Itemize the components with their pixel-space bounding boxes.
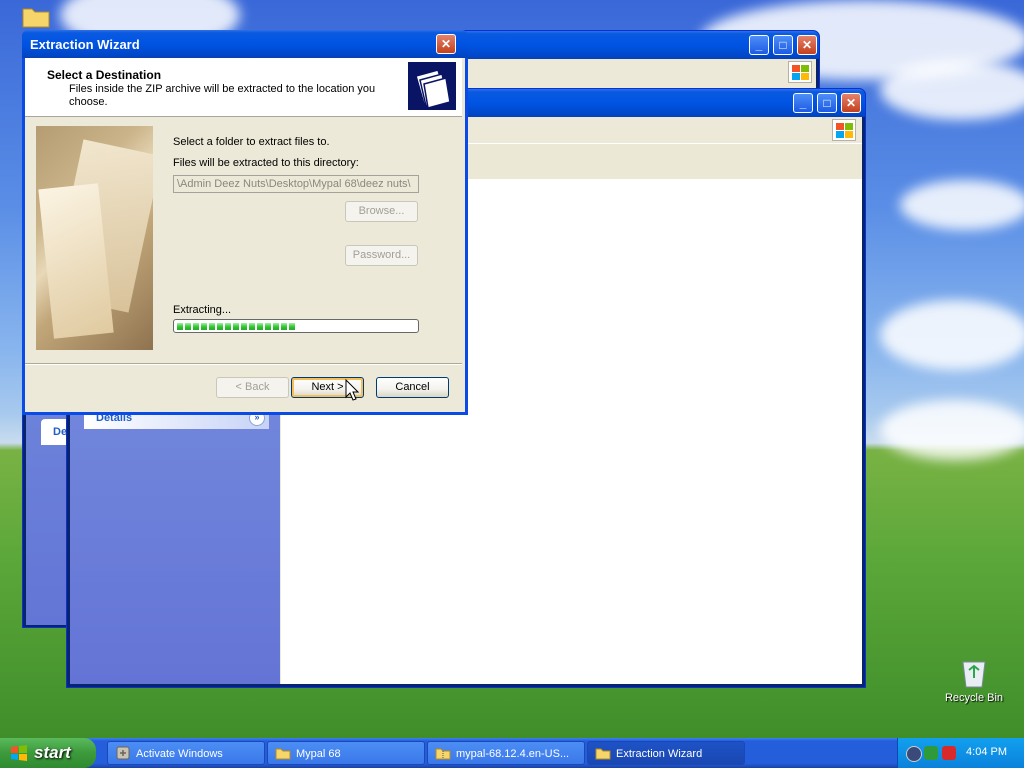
recycle-bin-label: Recycle Bin xyxy=(944,692,1004,704)
minimize-button[interactable]: _ xyxy=(793,93,813,113)
taskbar-item-label: mypal-68.12.4.en-US... xyxy=(456,748,570,760)
wizard-side-image xyxy=(36,126,153,350)
close-button[interactable]: ✕ xyxy=(436,34,456,54)
wizard-step-subtitle: Files inside the ZIP archive will be ext… xyxy=(69,83,376,108)
security-shield-icon[interactable] xyxy=(924,746,938,760)
cancel-button[interactable]: Cancel xyxy=(376,377,449,398)
maximize-button[interactable]: □ xyxy=(773,35,793,55)
folder-icon xyxy=(22,8,50,28)
wizard-header: Select a Destination Files inside the ZI… xyxy=(25,58,462,117)
mouse-cursor-icon xyxy=(345,379,359,401)
wizard-step-title: Select a Destination xyxy=(47,68,162,82)
extraction-progress-bar xyxy=(173,319,419,333)
maximize-button[interactable]: □ xyxy=(817,93,837,113)
progress-fill xyxy=(177,322,303,330)
minimize-button[interactable]: _ xyxy=(749,35,769,55)
title-bar[interactable]: Extraction Wizard ✕ xyxy=(22,30,468,58)
windows-logo-icon xyxy=(788,61,812,83)
recycle-bin-icon xyxy=(962,661,986,688)
close-button[interactable]: ✕ xyxy=(841,93,861,113)
folder-icon xyxy=(595,748,611,760)
select-folder-label: Select a folder to extract files to. xyxy=(173,136,330,148)
system-tray: 4:04 PM xyxy=(897,738,1024,768)
desktop-icon-folder[interactable] xyxy=(0,4,76,32)
taskbar-item-mypal-folder[interactable]: Mypal 68 xyxy=(267,741,425,765)
folder-icon xyxy=(275,748,291,760)
close-button[interactable]: ✕ xyxy=(797,35,817,55)
start-label: start xyxy=(34,743,71,762)
password-button[interactable]: Password... xyxy=(345,245,418,266)
progress-label: Extracting... xyxy=(173,304,232,316)
activate-windows-icon xyxy=(116,746,130,760)
start-button[interactable]: start xyxy=(0,738,96,768)
browse-button[interactable]: Browse... xyxy=(345,201,418,222)
taskbar-item-label: Mypal 68 xyxy=(296,748,341,760)
back-button[interactable]: < Back xyxy=(216,377,289,398)
network-icon[interactable] xyxy=(906,746,922,762)
taskbar-item-activate-windows[interactable]: Activate Windows xyxy=(107,741,265,765)
task-pane-label: De xyxy=(53,426,68,438)
taskbar-item-label: Extraction Wizard xyxy=(616,748,703,760)
zip-folders-icon xyxy=(408,62,456,110)
taskbar-item-label: Activate Windows xyxy=(136,748,223,760)
directory-label: Files will be extracted to this director… xyxy=(173,157,359,169)
window-title: Extraction Wizard xyxy=(30,37,140,52)
zip-folder-icon xyxy=(435,748,451,760)
windows-flag-icon xyxy=(11,745,27,761)
taskbar-item-extraction-wizard[interactable]: Extraction Wizard xyxy=(587,741,745,765)
recycle-bin[interactable]: Recycle Bin xyxy=(934,656,1014,704)
divider xyxy=(25,363,462,365)
extraction-wizard-window[interactable]: Extraction Wizard ✕ Select a Destination… xyxy=(22,30,468,415)
windows-logo-icon xyxy=(832,119,856,141)
directory-field[interactable]: \Admin Deez Nuts\Desktop\Mypal 68\deez n… xyxy=(173,175,419,193)
taskbar: start Activate Windows Mypal 68 mypal-68… xyxy=(0,738,1024,768)
clock: 4:04 PM xyxy=(966,746,1007,758)
security-alert-icon[interactable] xyxy=(942,746,956,760)
taskbar-item-zip-folder[interactable]: mypal-68.12.4.en-US... xyxy=(427,741,585,765)
